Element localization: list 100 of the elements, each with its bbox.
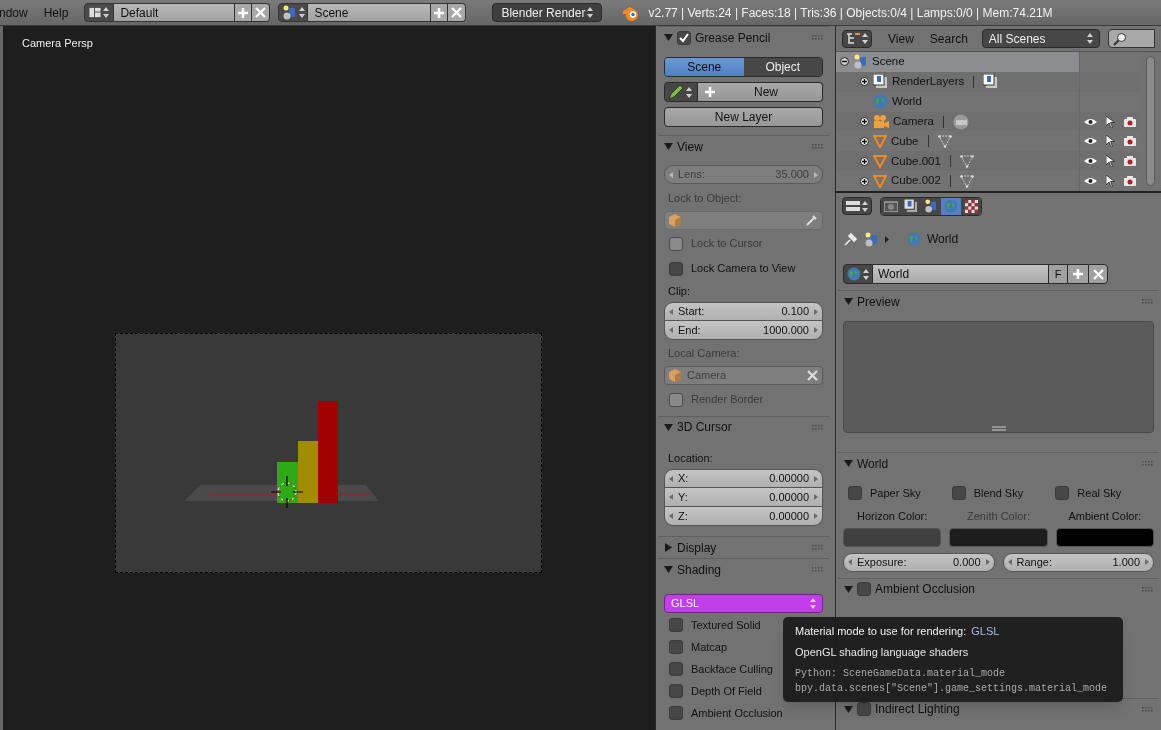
expand-icon[interactable]	[860, 176, 869, 186]
disclosure-triangle-icon[interactable]	[844, 584, 853, 594]
up-down-arrows-icon[interactable]	[686, 86, 692, 98]
display-filter-dropdown[interactable]: All Scenes	[981, 29, 1100, 48]
increment-arrow-icon[interactable]	[1145, 559, 1149, 565]
disclosure-triangle-icon[interactable]	[664, 33, 673, 42]
object-field[interactable]	[664, 210, 823, 230]
panel-title[interactable]: Display	[677, 538, 717, 557]
drag-grip-icon[interactable]	[1142, 586, 1153, 592]
checkbox[interactable]	[848, 486, 862, 500]
render-engine-dropdown[interactable]: Blender Render	[492, 3, 603, 22]
pointer-icon[interactable]	[1105, 115, 1115, 128]
checkbox[interactable]	[669, 618, 683, 632]
text-field[interactable]: World	[873, 264, 1048, 284]
disclosure-triangle-icon[interactable]	[844, 459, 853, 468]
drag-grip-icon[interactable]	[812, 424, 823, 430]
camera-icon[interactable]	[1124, 176, 1136, 187]
checkbox[interactable]	[669, 261, 683, 276]
eye-icon[interactable]	[1083, 157, 1097, 166]
drag-grip-icon[interactable]	[1142, 299, 1153, 304]
color-swatch[interactable]	[843, 527, 942, 547]
number-field[interactable]: Z: 0.00000	[664, 507, 823, 526]
new-layer-button[interactable]: New Layer	[664, 107, 823, 127]
resize-handle-icon[interactable]	[991, 426, 1006, 431]
panel-title[interactable]: World	[857, 454, 889, 473]
disclosure-triangle-icon[interactable]	[844, 704, 853, 714]
up-down-arrows-icon[interactable]	[103, 7, 110, 18]
editor-type-selector[interactable]	[842, 29, 872, 48]
disclosure-triangle-icon[interactable]	[664, 543, 673, 552]
world-selector[interactable]	[843, 264, 873, 284]
checkbox-label[interactable]: Textured Solid	[691, 616, 761, 634]
up-down-arrows-icon[interactable]	[862, 200, 868, 212]
checkbox-label[interactable]: Ambient Occlusion	[691, 704, 783, 722]
panel-title[interactable]: Shading	[677, 560, 722, 579]
eyedropper-icon[interactable]	[806, 214, 818, 226]
number-field[interactable]: Range: 1.000	[1002, 552, 1154, 572]
number-field[interactable]: X: 0.00000	[664, 469, 823, 488]
decrement-arrow-icon[interactable]	[669, 513, 673, 519]
decrement-arrow-icon[interactable]	[669, 327, 673, 333]
tab[interactable]: Scene	[665, 58, 744, 76]
context-tab[interactable]	[921, 197, 941, 215]
collapse-icon[interactable]	[840, 57, 849, 67]
fake-user-button[interactable]: F	[1048, 264, 1068, 284]
expand-icon[interactable]	[860, 117, 869, 126]
image-stack-icon[interactable]	[983, 74, 999, 90]
increment-arrow-icon[interactable]	[814, 494, 818, 500]
menu-item[interactable]: Search	[929, 29, 968, 48]
context-tab[interactable]	[961, 197, 981, 215]
disclosure-triangle-icon[interactable]	[664, 565, 673, 574]
checkbox[interactable]	[677, 30, 691, 45]
camera-data-icon[interactable]	[952, 113, 969, 130]
drag-grip-icon[interactable]	[812, 35, 823, 40]
camera-icon[interactable]	[1124, 136, 1136, 147]
camera-icon[interactable]	[1124, 156, 1136, 167]
panel-title[interactable]: Grease Pencil	[695, 28, 771, 47]
decrement-arrow-icon[interactable]	[669, 475, 673, 482]
up-down-arrows-icon[interactable]	[299, 7, 306, 18]
menu-item[interactable]: ndow	[0, 3, 28, 22]
checkbox-label[interactable]: Depth Of Field	[691, 682, 762, 700]
outliner-row[interactable]: Scene	[836, 52, 1079, 72]
checkbox-label[interactable]: Blend Sky	[973, 484, 1024, 502]
layout-selector[interactable]	[84, 3, 115, 22]
checkbox[interactable]	[669, 662, 683, 676]
drag-grip-icon[interactable]	[1142, 706, 1153, 712]
pointer-icon[interactable]	[1105, 135, 1115, 148]
delete-button[interactable]	[252, 3, 271, 22]
decrement-arrow-icon[interactable]	[669, 494, 673, 500]
pointer-icon[interactable]	[1105, 175, 1115, 188]
number-field[interactable]: Start: 0.100	[664, 302, 823, 321]
up-down-arrows-icon[interactable]	[862, 33, 868, 44]
context-tab[interactable]	[901, 197, 921, 215]
panel-title[interactable]: Indirect Lighting	[875, 700, 960, 718]
checkbox-label[interactable]: Backface Culling	[691, 660, 773, 678]
eye-icon[interactable]	[1083, 177, 1097, 186]
checkbox-label[interactable]: Real Sky	[1077, 484, 1122, 502]
plus-icon[interactable]	[704, 86, 716, 98]
vertex-triangle-icon[interactable]	[937, 134, 952, 148]
pointer-icon[interactable]	[1105, 155, 1115, 168]
vertex-triangle-icon[interactable]	[959, 174, 974, 188]
disclosure-triangle-icon[interactable]	[664, 422, 673, 432]
color-swatch[interactable]	[1055, 527, 1154, 547]
drag-grip-icon[interactable]	[1142, 461, 1153, 466]
new-button[interactable]: New	[698, 82, 823, 102]
checkbox[interactable]	[669, 640, 683, 654]
drag-grip-icon[interactable]	[812, 567, 823, 572]
number-field[interactable]: End: 1000.000	[664, 321, 823, 340]
menu-item[interactable]: View	[888, 29, 914, 48]
3d-cursor-icon[interactable]	[270, 474, 304, 509]
increment-arrow-icon[interactable]	[814, 327, 818, 333]
material-mode-dropdown[interactable]: GLSL	[664, 594, 823, 613]
pin-icon[interactable]	[844, 232, 858, 246]
menu-item[interactable]: Help	[43, 3, 69, 22]
checkbox-label[interactable]: Paper Sky	[870, 484, 921, 502]
increment-arrow-icon[interactable]	[814, 513, 818, 519]
disclosure-triangle-icon[interactable]	[664, 142, 673, 151]
panel-title[interactable]: Ambient Occlusion	[875, 580, 976, 598]
increment-arrow-icon[interactable]	[814, 475, 818, 482]
expand-icon[interactable]	[860, 156, 869, 166]
checkbox-label[interactable]: Matcap	[691, 638, 728, 656]
checkbox[interactable]	[669, 684, 683, 698]
